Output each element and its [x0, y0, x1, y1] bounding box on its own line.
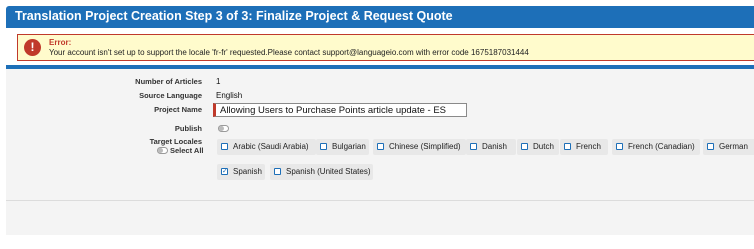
select-all-label: Select All: [170, 146, 204, 155]
exclamation-icon: !: [24, 39, 41, 56]
locale-option[interactable]: Chinese (Simplified): [373, 139, 466, 155]
error-banner: ! Error: Your account isn't set up to su…: [17, 34, 754, 61]
locale-label: French (Canadian): [628, 142, 695, 151]
locale-label: Arabic (Saudi Arabia): [233, 142, 309, 151]
footer-panel: [6, 200, 754, 235]
form-panel: [6, 69, 754, 200]
locale-label: German: [719, 142, 748, 151]
locale-option[interactable]: Spanish (United States): [270, 164, 373, 180]
project-name-label: Project Name: [154, 105, 202, 114]
checkbox-icon[interactable]: [377, 143, 384, 150]
locale-option[interactable]: Dutch: [517, 139, 559, 155]
page-header: Translation Project Creation Step 3 of 3…: [6, 6, 754, 28]
articles-value: 1: [216, 77, 221, 86]
source-language-value: English: [216, 91, 243, 100]
publish-label: Publish: [174, 124, 202, 133]
locale-option[interactable]: French: [560, 139, 608, 155]
locale-option[interactable]: ✓ Spanish: [217, 164, 265, 180]
checkbox-icon[interactable]: [221, 143, 228, 150]
checkbox-icon[interactable]: [707, 143, 714, 150]
page-title: Translation Project Creation Step 3 of 3…: [15, 9, 453, 23]
target-locales-label: Target Locales: [149, 137, 202, 146]
locale-option[interactable]: French (Canadian): [612, 139, 700, 155]
checkbox-icon[interactable]: [274, 168, 281, 175]
locale-label: Spanish (United States): [286, 167, 371, 176]
locale-label: Danish: [482, 142, 507, 151]
articles-label: Number of Articles: [135, 77, 202, 86]
locale-label: Bulgarian: [332, 142, 366, 151]
locale-label: Spanish: [233, 167, 262, 176]
locale-label: Chinese (Simplified): [389, 142, 461, 151]
checkbox-icon[interactable]: [320, 143, 327, 150]
checkbox-icon[interactable]: [470, 143, 477, 150]
source-language-label: Source Language: [139, 91, 202, 100]
checkbox-checked-icon[interactable]: ✓: [221, 168, 228, 175]
checkbox-icon[interactable]: [564, 143, 571, 150]
locale-option[interactable]: Arabic (Saudi Arabia): [217, 139, 316, 155]
error-message: Your account isn't set up to support the…: [49, 48, 529, 57]
checkbox-icon[interactable]: [521, 143, 528, 150]
locale-label: Dutch: [533, 142, 554, 151]
locale-option[interactable]: Bulgarian: [316, 139, 369, 155]
publish-toggle[interactable]: [218, 125, 229, 132]
locale-label: French: [576, 142, 601, 151]
locale-option[interactable]: Danish: [466, 139, 516, 155]
select-all-toggle[interactable]: [157, 147, 168, 154]
error-title: Error:: [49, 38, 72, 47]
checkbox-icon[interactable]: [616, 143, 623, 150]
locale-option[interactable]: German: [703, 139, 754, 155]
project-name-input[interactable]: [213, 103, 467, 117]
